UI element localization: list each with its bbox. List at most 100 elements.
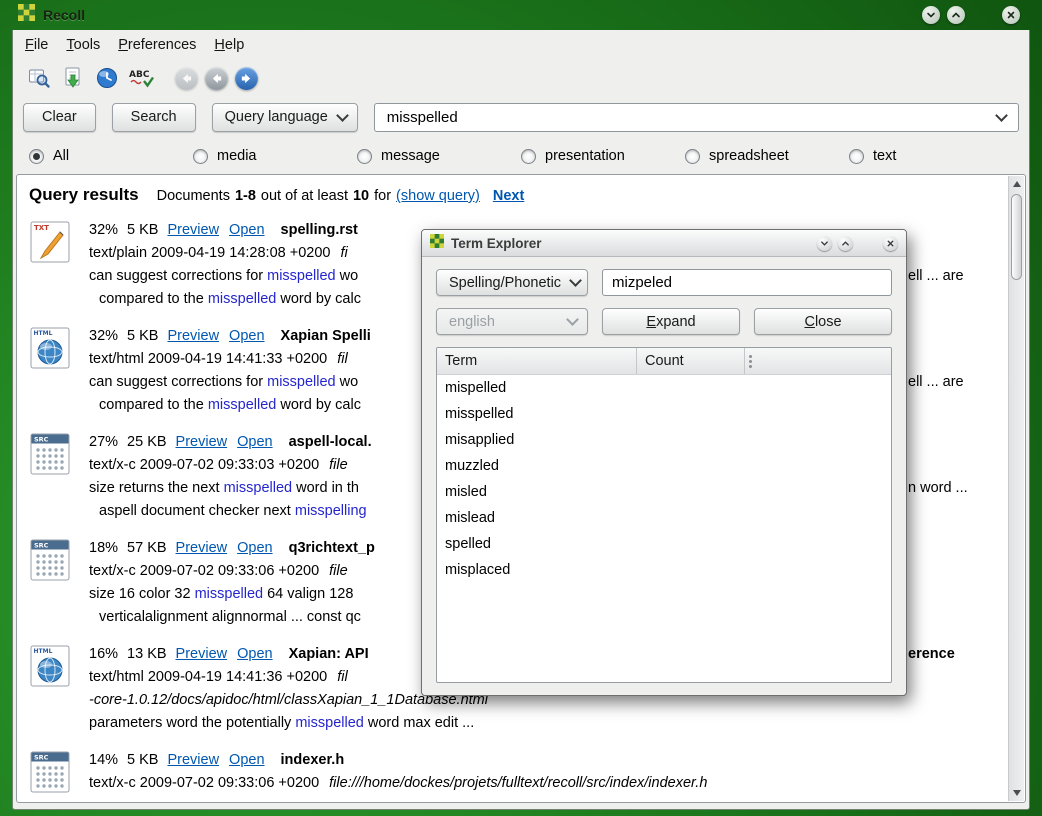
desktop: { "colors": { "desktop_green": "#1f7a1f"… (0, 0, 1042, 816)
query-language-label: Query language (225, 109, 328, 125)
mime-and-date: text/html 2009-04-19 14:41:33 +0200 (89, 351, 327, 367)
search-entry[interactable]: misspelled (374, 103, 1019, 132)
preview-link[interactable]: Preview (167, 328, 219, 344)
chevron-down-icon (995, 109, 1008, 122)
snippet-segment: misspelled (267, 268, 336, 284)
html-file-icon: HTML (27, 325, 75, 373)
source-file-icon: SRC (27, 749, 75, 797)
scrollbar-thumb[interactable] (1011, 194, 1022, 280)
term-table-header[interactable]: Term Count (437, 348, 891, 375)
results-scrollbar[interactable] (1008, 176, 1024, 801)
search-button[interactable]: Search (112, 103, 196, 132)
clear-button[interactable]: Clear (23, 103, 96, 132)
snippet-segment: word max edit ... (364, 715, 474, 731)
preview-link[interactable]: Preview (167, 752, 219, 768)
next-page-link[interactable]: Next (493, 188, 524, 204)
term-row[interactable]: misspelled (437, 401, 891, 427)
dialog-close-button[interactable] (883, 236, 898, 251)
count-column-header[interactable]: Count (637, 348, 745, 374)
radio-icon (29, 149, 44, 164)
language-value: english (449, 314, 495, 330)
shade-button[interactable] (922, 6, 940, 24)
term-explorer-icon[interactable]: ABC (127, 65, 154, 92)
back-disabled-button[interactable] (175, 67, 198, 90)
forward-button[interactable] (235, 67, 258, 90)
term-row[interactable]: misapplied (437, 427, 891, 453)
filter-message[interactable]: message (357, 148, 521, 164)
maximize-button[interactable] (947, 6, 965, 24)
column-handle-icon[interactable] (745, 348, 755, 374)
relevance-percent: 16% (89, 646, 118, 662)
open-link[interactable]: Open (229, 752, 264, 768)
menu-help[interactable]: Help (214, 37, 244, 53)
snippet-segment: word in th (292, 480, 359, 496)
menu-tools[interactable]: Tools (66, 37, 100, 53)
mime-and-date: text/plain 2009-04-19 14:28:08 +0200 (89, 245, 330, 261)
open-link[interactable]: Open (237, 540, 272, 556)
filter-spreadsheet[interactable]: spreadsheet (685, 148, 849, 164)
show-query-link[interactable]: (show query) (396, 188, 480, 204)
term-column-header[interactable]: Term (437, 348, 637, 374)
expand-button[interactable]: Expand (602, 308, 740, 335)
filter-label: text (873, 148, 896, 164)
snippet-fragment: ell ... are (908, 265, 964, 288)
open-link[interactable]: Open (237, 434, 272, 450)
results-range: 1-8 (235, 188, 256, 204)
file-size: 25 KB (127, 434, 167, 450)
term-cell: misled (437, 484, 637, 500)
close-dialog-button[interactable]: Close (754, 308, 892, 335)
expansion-mode-select[interactable]: Spelling/Phonetic (436, 269, 588, 296)
preview-link[interactable]: Preview (176, 646, 228, 662)
term-input[interactable] (602, 269, 892, 296)
term-row[interactable]: misplaced (437, 557, 891, 583)
dialog-body: Spelling/Phonetic english Expand Close T… (422, 257, 906, 695)
term-row[interactable]: misled (437, 479, 891, 505)
filter-text[interactable]: text (849, 148, 1013, 164)
language-select[interactable]: english (436, 308, 588, 335)
documents-label: Documents (157, 188, 230, 204)
source-file-icon: SRC (27, 431, 75, 479)
term-row[interactable]: muzzled (437, 453, 891, 479)
term-row[interactable]: mislead (437, 505, 891, 531)
close-button[interactable] (1002, 6, 1020, 24)
svg-text:TXT: TXT (34, 224, 49, 232)
preview-link[interactable]: Preview (167, 222, 219, 238)
scroll-up-icon[interactable] (1009, 176, 1024, 192)
snippet-fragment: ell ... are (908, 371, 964, 394)
clear-search-icon[interactable] (25, 65, 52, 92)
filter-presentation[interactable]: presentation (521, 148, 685, 164)
dialog-shade-button[interactable] (817, 236, 832, 251)
filter-label: All (53, 148, 69, 164)
history-icon[interactable] (93, 65, 120, 92)
term-row[interactable]: mispelled (437, 375, 891, 401)
relevance-percent: 14% (89, 752, 118, 768)
update-index-icon[interactable] (59, 65, 86, 92)
menu-file[interactable]: File (25, 37, 48, 53)
results-title: Query results (29, 185, 139, 205)
toolbar-nav (175, 67, 258, 90)
back-button[interactable] (205, 67, 228, 90)
expansion-mode-value: Spelling/Phonetic (449, 275, 561, 291)
dialog-maximize-button[interactable] (838, 236, 853, 251)
open-link[interactable]: Open (229, 222, 264, 238)
radio-icon (193, 149, 208, 164)
dialog-titlebar[interactable]: Term Explorer (422, 230, 906, 257)
scroll-down-icon[interactable] (1009, 785, 1024, 801)
preview-link[interactable]: Preview (176, 540, 228, 556)
filter-media[interactable]: media (193, 148, 357, 164)
menu-preferences[interactable]: Preferences (118, 37, 196, 53)
term-cell: misspelled (437, 406, 637, 422)
window-titlebar[interactable]: Recoll (12, 0, 1030, 30)
open-link[interactable]: Open (229, 328, 264, 344)
open-link[interactable]: Open (237, 646, 272, 662)
file-size: 5 KB (127, 752, 158, 768)
file-size: 13 KB (127, 646, 167, 662)
svg-text:HTML: HTML (34, 330, 53, 337)
term-row[interactable]: spelled (437, 531, 891, 557)
preview-link[interactable]: Preview (176, 434, 228, 450)
result-title: indexer.h (281, 752, 345, 768)
term-cell: muzzled (437, 458, 637, 474)
query-language-select[interactable]: Query language (212, 103, 358, 132)
result-title: Xapian: API (289, 646, 369, 662)
filter-all[interactable]: All (29, 148, 193, 164)
